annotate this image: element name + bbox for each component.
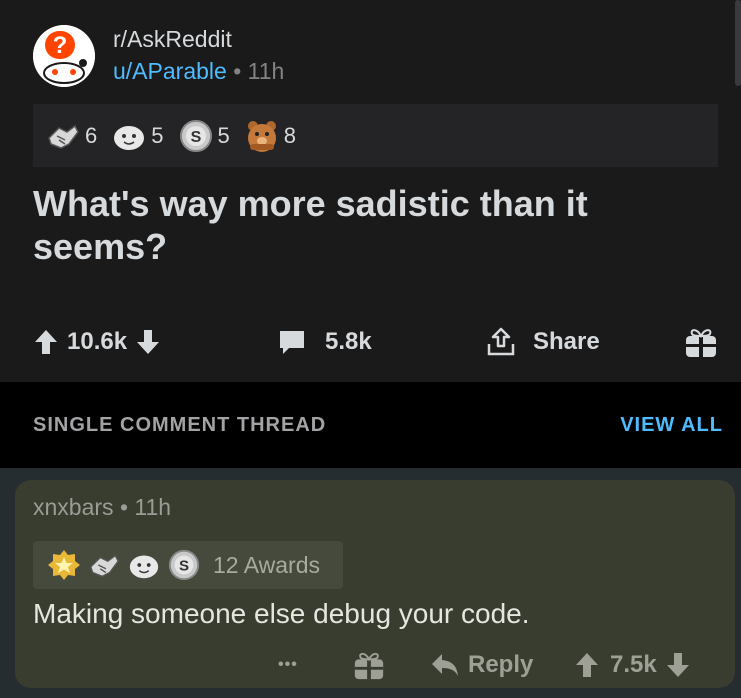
award-count: 8 <box>283 122 296 148</box>
comment-awards[interactable]: S 12 Awards <box>33 541 343 589</box>
comment-vote-group: 7.5k <box>574 640 691 690</box>
comment-score: 7.5k <box>610 651 657 678</box>
comment-author[interactable]: xnxbars <box>33 494 114 520</box>
view-all-link[interactable]: VIEW ALL <box>620 414 723 437</box>
bear-hug-icon <box>247 120 276 152</box>
svg-text:S: S <box>179 558 189 575</box>
comment-bubble-icon <box>280 331 304 354</box>
comment-meta: xnxbars • 11h <box>33 494 171 521</box>
upvote-arrow-icon[interactable] <box>33 328 59 356</box>
post-score: 10.6k <box>67 328 128 355</box>
downvote-arrow-icon[interactable] <box>135 328 161 356</box>
reply-label: Reply <box>468 651 534 678</box>
subreddit-name[interactable]: r/AskReddit <box>113 26 232 53</box>
svg-text:?: ? <box>53 32 68 59</box>
comments-button[interactable]: 5.8k <box>277 318 372 366</box>
award-silver[interactable]: S 5 <box>178 118 230 154</box>
wholesome-seal-icon <box>129 555 159 579</box>
gift-icon <box>354 652 384 680</box>
post-card: ? r/AskReddit u/AParable • 11h 6 5 S 5 8… <box>0 0 741 382</box>
helpful-handshake-icon <box>89 554 119 578</box>
comment-awards-label: 12 Awards <box>213 551 320 578</box>
gift-icon <box>686 329 716 357</box>
gold-star-icon <box>48 550 80 580</box>
svg-text:S: S <box>190 129 201 146</box>
comment-count: 5.8k <box>325 328 372 355</box>
scrollbar[interactable] <box>735 0 741 86</box>
award-bear[interactable]: 8 <box>244 118 296 154</box>
share-button[interactable]: Share <box>485 318 600 366</box>
reply-button[interactable]: Reply <box>430 640 533 690</box>
post-awards-bar[interactable]: 6 5 S 5 8 <box>33 104 718 167</box>
post-time: 11h <box>247 58 285 84</box>
subreddit-avatar[interactable]: ? <box>33 25 95 87</box>
wholesome-seal-icon <box>114 125 145 150</box>
award-helpful[interactable]: 6 <box>45 118 97 154</box>
comment-actions: ••• Reply 7.5k <box>0 640 741 690</box>
silver-coin-icon: S <box>179 119 212 152</box>
give-award-button[interactable] <box>683 318 719 366</box>
downvote-arrow-icon[interactable] <box>665 651 691 679</box>
award-count: 6 <box>85 122 98 148</box>
meta-separator: • <box>233 58 242 84</box>
award-count: 5 <box>217 122 230 148</box>
post-title[interactable]: What's way more sadistic than it seems? <box>33 182 693 268</box>
upvote-arrow-icon[interactable] <box>574 651 600 679</box>
comment-time: 11h <box>134 494 172 520</box>
reply-arrow-icon <box>432 654 458 676</box>
award-wholesome[interactable]: 5 <box>111 118 164 154</box>
author-link[interactable]: u/AParable <box>113 58 227 84</box>
helpful-handshake-icon <box>48 124 79 149</box>
askreddit-logo-icon: ? <box>33 25 95 87</box>
award-count: 5 <box>151 122 164 148</box>
comment-separator: • <box>119 494 128 520</box>
silver-coin-icon: S <box>168 549 200 581</box>
comment-body: Making someone else debug your code. <box>33 598 530 629</box>
post-actions: 10.6k 5.8k Share <box>33 318 723 366</box>
share-icon <box>487 327 515 356</box>
thread-label: SINGLE COMMENT THREAD <box>33 414 327 436</box>
more-options-button[interactable]: ••• <box>278 640 298 690</box>
post-meta: u/AParable • 11h <box>113 58 284 85</box>
comment-award-button[interactable] <box>352 640 386 690</box>
share-label: Share <box>533 328 600 355</box>
vote-group: 10.6k <box>33 318 161 366</box>
